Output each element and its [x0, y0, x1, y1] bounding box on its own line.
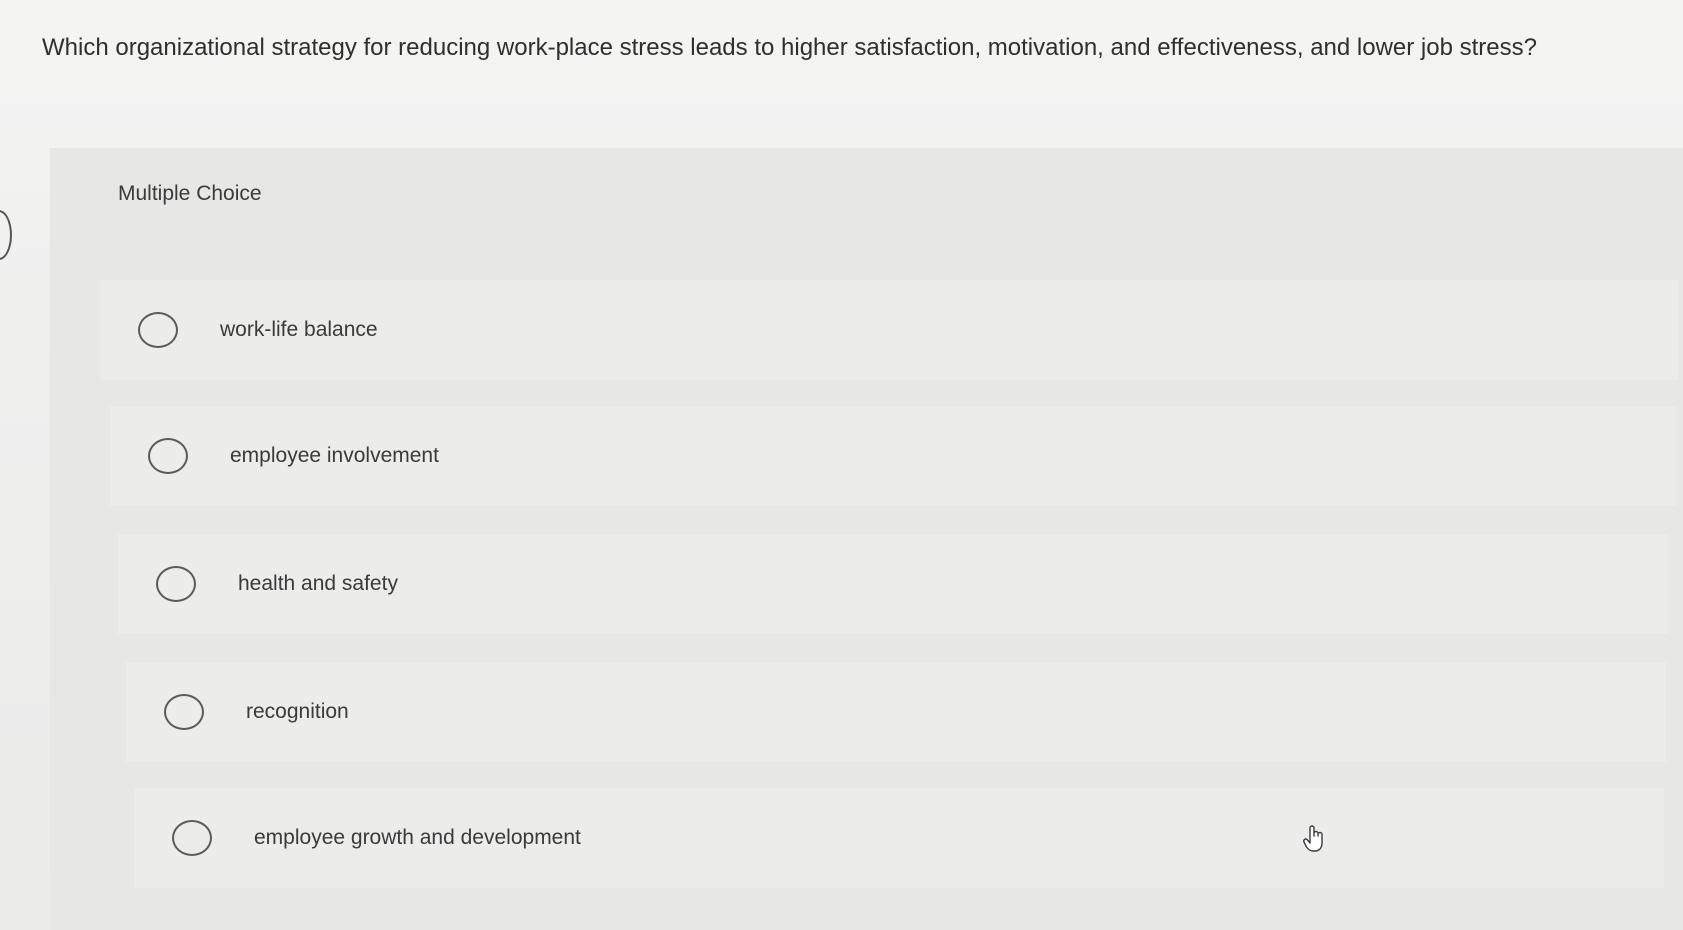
- radio-circle-icon[interactable]: [164, 694, 204, 730]
- option-recognition[interactable]: recognition: [126, 662, 1666, 762]
- radio-circle-icon[interactable]: [156, 566, 196, 602]
- option-label: recognition: [246, 700, 349, 723]
- hand-pointer-icon: [1303, 825, 1323, 852]
- left-edge-circle-partial-icon: [0, 210, 12, 260]
- question-type-label: Multiple Choice: [118, 182, 262, 205]
- option-label: employee involvement: [230, 444, 439, 467]
- option-employee-involvement[interactable]: employee involvement: [110, 406, 1676, 506]
- radio-circle-icon[interactable]: [138, 312, 178, 348]
- question-text: Which organizational strategy for reduci…: [42, 34, 1537, 61]
- option-label: health and safety: [238, 572, 398, 595]
- radio-circle-icon[interactable]: [148, 438, 188, 474]
- option-employee-growth-and-development[interactable]: employee growth and development: [134, 788, 1664, 888]
- option-label: employee growth and development: [254, 826, 581, 849]
- multiple-choice-panel: Multiple Choice work-life balance employ…: [50, 148, 1683, 930]
- option-work-life-balance[interactable]: work-life balance: [100, 280, 1678, 380]
- option-label: work-life balance: [220, 318, 378, 341]
- option-health-and-safety[interactable]: health and safety: [118, 534, 1668, 634]
- radio-circle-icon[interactable]: [172, 820, 212, 856]
